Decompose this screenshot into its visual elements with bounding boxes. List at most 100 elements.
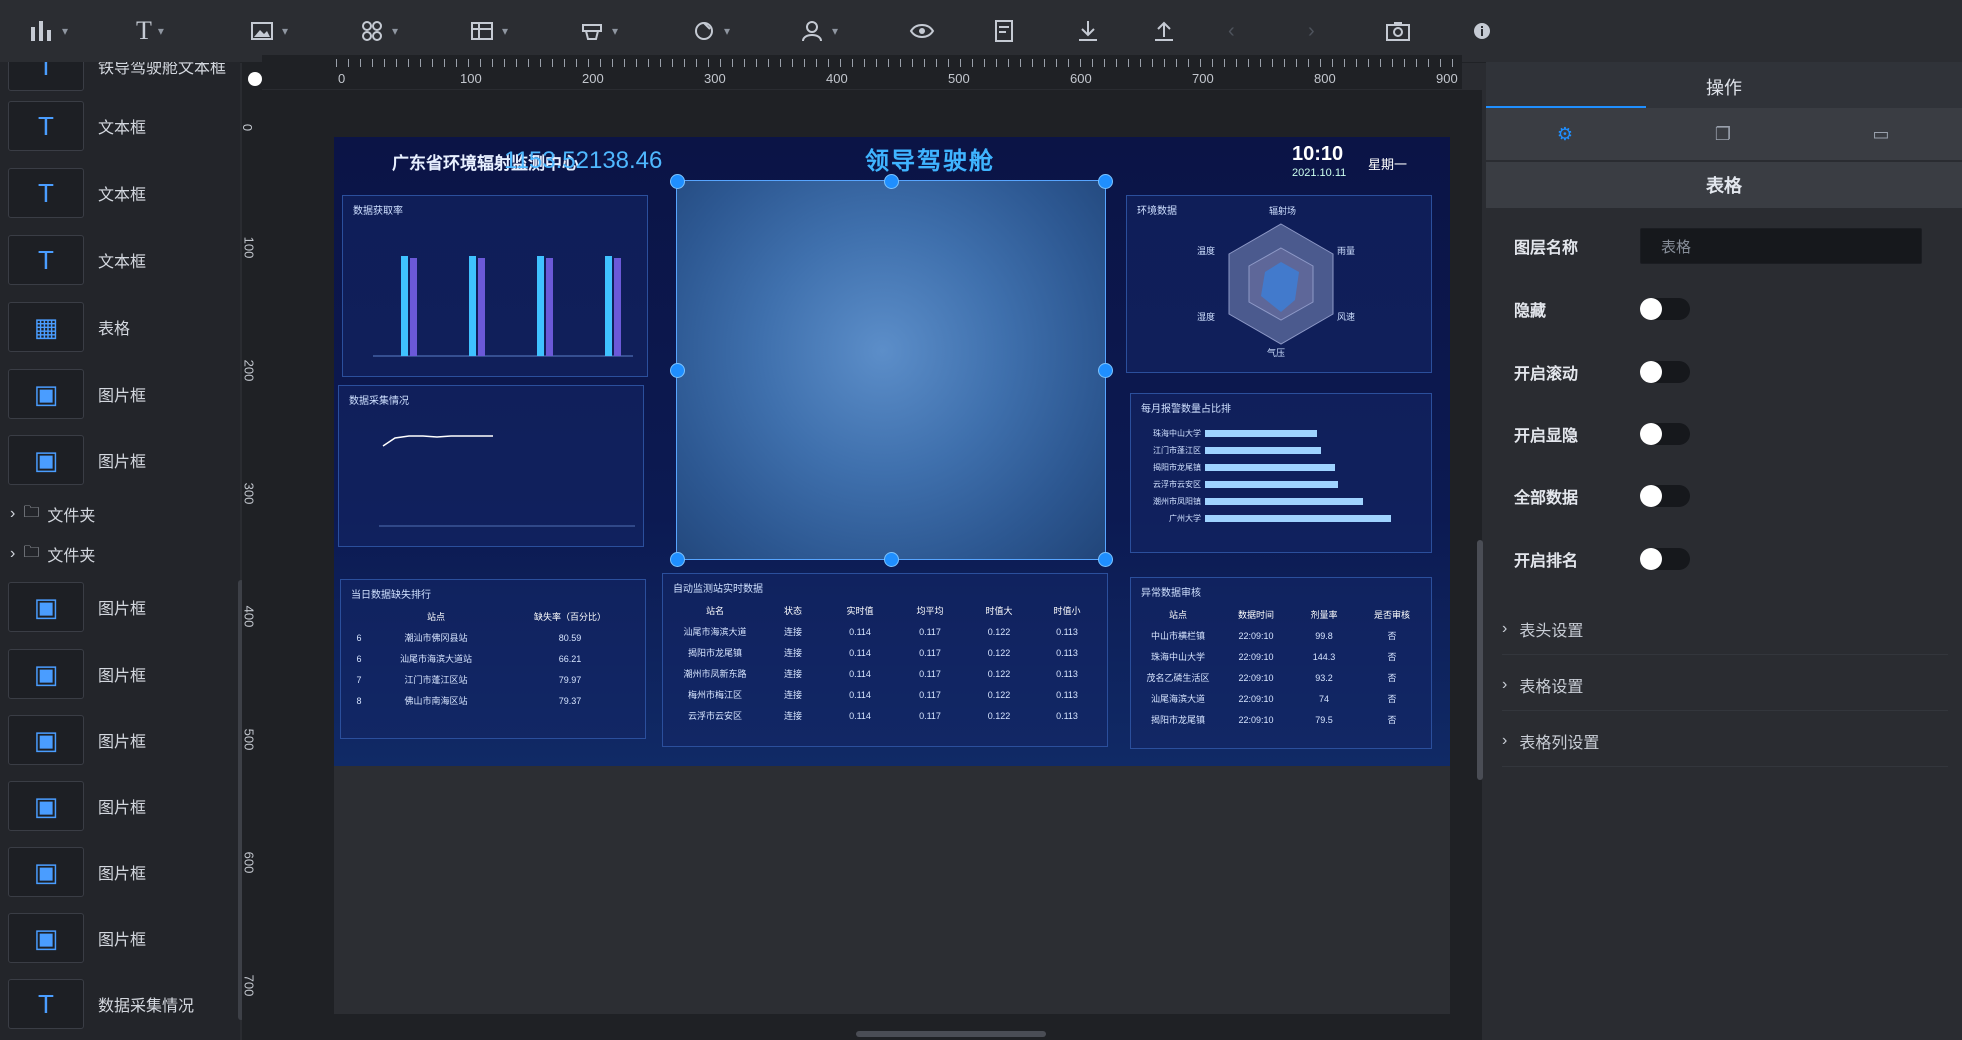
globe-image-frame[interactable] <box>670 174 1113 567</box>
layer-label: 图片框 <box>98 866 147 883</box>
hide-toggle[interactable] <box>1640 298 1690 320</box>
ruler-tick: 200 <box>582 71 604 86</box>
ruler-tick: 500 <box>241 728 257 751</box>
auto-station-panel[interactable]: 自动监测站实时数据 站名 状态 实时值 均平均 时值大 时值小 汕尾市海滨大道 … <box>662 573 1108 747</box>
collapse-column-settings[interactable]: › 表格列设置 <box>1502 716 1948 767</box>
ruler-tick: 100 <box>241 236 257 259</box>
resize-handle[interactable] <box>1098 552 1113 567</box>
table-row: 茂名乙磷生活区 22:09:10 93.2 否 <box>1146 672 1397 684</box>
canvas-area[interactable] <box>334 766 1450 1014</box>
dashboard-time: 10:10 <box>1292 143 1344 165</box>
hbar <box>1205 515 1391 522</box>
user-menu-button[interactable]: ▾ <box>798 14 838 48</box>
chevron-down-icon: ▾ <box>724 24 731 38</box>
ruler-tick: 400 <box>241 605 257 628</box>
upload-button[interactable] <box>1150 14 1178 48</box>
layer-item[interactable]: ▣ 图片框 <box>8 646 228 702</box>
toggle-row: 全部数据 <box>1514 476 1934 516</box>
layer-label: 图片框 <box>98 800 147 817</box>
layer-item[interactable]: T 文本框 <box>8 98 228 154</box>
hbar <box>1205 430 1317 437</box>
table-row: 云浮市云安区 连接 0.114 0.117 0.122 0.113 <box>687 710 1078 722</box>
layer-item[interactable]: ▦ 表格 <box>8 299 228 355</box>
bar <box>478 258 485 356</box>
settings-menu-button[interactable]: ▾ <box>690 14 730 48</box>
layer-item[interactable]: ▣ 图片框 <box>8 778 228 834</box>
resize-handle[interactable] <box>670 363 685 378</box>
resize-handle[interactable] <box>670 552 685 567</box>
tab-settings[interactable]: ⚙ <box>1486 108 1644 160</box>
env-data-panel[interactable]: 环境数据 辐射场 温度 湿度 气压 风速 雨量 <box>1126 195 1432 373</box>
layer-item[interactable]: T 文本框 <box>8 165 228 221</box>
data-rate-panel[interactable]: 数据获取率 <box>342 195 648 377</box>
all-data-toggle[interactable] <box>1640 485 1690 507</box>
resize-handle[interactable] <box>884 174 899 189</box>
missing-rank-panel[interactable]: 当日数据缺失排行 站点 缺失率（百分比） 6 潮汕市佛冈县站 80.59 6 汕… <box>340 579 646 739</box>
vertical-ruler: 0 100 200 300 400 500 600 700 <box>240 62 262 1040</box>
eye-icon[interactable] <box>248 72 262 86</box>
layer-name-input[interactable]: 表格 <box>1640 228 1922 264</box>
workspace-horizontal-scrollbar[interactable] <box>856 1031 1046 1037</box>
collapse-header-settings[interactable]: › 表头设置 <box>1502 604 1948 655</box>
missing-table: 站点 缺失率（百分比） 6 潮汕市佛冈县站 80.59 6 汕尾市海滨大道站 6… <box>349 606 637 711</box>
table-row: 潮州市凤新东路 连接 0.114 0.117 0.122 0.113 <box>683 668 1078 680</box>
table-menu-button[interactable]: ▾ <box>468 14 508 48</box>
redo-button[interactable]: › <box>1308 14 1315 48</box>
collapse-table-settings[interactable]: › 表格设置 <box>1502 660 1948 711</box>
folder-item[interactable]: › 🗀 文件夹 <box>10 538 95 570</box>
layer-panel: T 铁导驾驶舱文本框 T 文本框 T 文本框 T 文本框 ▦ 表格 ▣ 图片框 … <box>0 62 240 1040</box>
workspace-vertical-scrollbar[interactable] <box>1477 540 1483 780</box>
info-button[interactable] <box>1468 14 1496 48</box>
ruler-tick: 300 <box>704 71 726 86</box>
download-button[interactable] <box>1074 14 1102 48</box>
properties-panel: 操作 ⚙ ❐ ▭ 表格 图层名称 表格 隐藏 开启滚动 开启显隐 全部数据 开启… <box>1486 62 1962 1040</box>
tab-folder[interactable]: ▭ <box>1802 108 1960 160</box>
component-menu-button[interactable]: ▾ <box>358 14 398 48</box>
user-icon <box>802 21 822 42</box>
layer-item[interactable]: T 铁导驾驶舱文本框 <box>8 62 228 94</box>
resize-handle[interactable] <box>670 174 685 189</box>
preview-button[interactable] <box>908 14 936 48</box>
layer-item[interactable]: ▣ 图片框 <box>8 579 228 635</box>
layer-item[interactable]: ▣ 图片框 <box>8 844 228 900</box>
radar-label: 湿度 <box>1197 312 1216 322</box>
ranking-toggle[interactable] <box>1640 548 1690 570</box>
chart-menu-button[interactable]: ▾ <box>28 14 68 48</box>
resize-handle[interactable] <box>884 552 899 567</box>
layer-menu-button[interactable]: ▾ <box>578 14 618 48</box>
layer-item[interactable]: T 数据采集情况 <box>8 976 228 1032</box>
chevron-right-icon: › <box>1502 620 1508 637</box>
hbar <box>1205 447 1321 454</box>
image-menu-button[interactable]: ▾ <box>248 14 288 48</box>
dashboard-canvas[interactable]: 广东省环境辐射监测中心 1153.52138.46 领导驾驶舱 10:10 20… <box>334 137 1450 766</box>
copy-icon: ❐ <box>1714 123 1732 144</box>
ruler-tick: 600 <box>1070 71 1092 86</box>
resize-handle[interactable] <box>1098 363 1113 378</box>
layer-item[interactable]: ▣ 图片框 <box>8 366 228 422</box>
scroll-toggle[interactable] <box>1640 361 1690 383</box>
collection-panel[interactable]: 数据采集情况 <box>338 385 644 547</box>
layer-item[interactable]: ▣ 图片框 <box>8 910 228 966</box>
panel-title: 异常数据审核 <box>1141 588 1201 599</box>
chevron-right-icon: › <box>1502 676 1508 693</box>
undo-button[interactable]: ‹ <box>1228 14 1235 48</box>
tab-copy[interactable]: ❐ <box>1644 108 1802 160</box>
layer-item[interactable]: ▣ 图片框 <box>8 432 228 488</box>
notes-button[interactable] <box>990 14 1018 48</box>
image-icon: ▣ <box>8 435 84 485</box>
screenshot-button[interactable] <box>1384 14 1412 48</box>
table-row: 8 佛山市南海区站 79.37 <box>356 695 582 707</box>
visibility-toggle[interactable] <box>1640 423 1690 445</box>
radar-label: 辐射场 <box>1269 206 1297 216</box>
layer-item[interactable]: ▣ 图片框 <box>8 712 228 768</box>
layer-item[interactable]: T 文本框 <box>8 232 228 288</box>
resize-handle[interactable] <box>1098 174 1113 189</box>
panel-title: 数据获取率 <box>353 206 403 217</box>
alarm-ratio-panel[interactable]: 每月报警数量占比排 珠海中山大学 江门市蓬江区 揭阳市龙尾镇 云浮市云安区 潮州市凤阳镇… <box>1130 393 1432 553</box>
text-menu-button[interactable]: T ▾ <box>136 14 164 48</box>
layer-label: 图片框 <box>98 454 147 471</box>
abnormal-panel[interactable]: 异常数据审核 站点 数据时间 剂量率 是否审核 中山市横栏镇 22:09:10 … <box>1130 577 1432 749</box>
section-title: 表格 <box>1486 162 1962 208</box>
image-icon: ▣ <box>8 715 84 765</box>
folder-item[interactable]: › 🗀 文件夹 <box>10 498 95 530</box>
